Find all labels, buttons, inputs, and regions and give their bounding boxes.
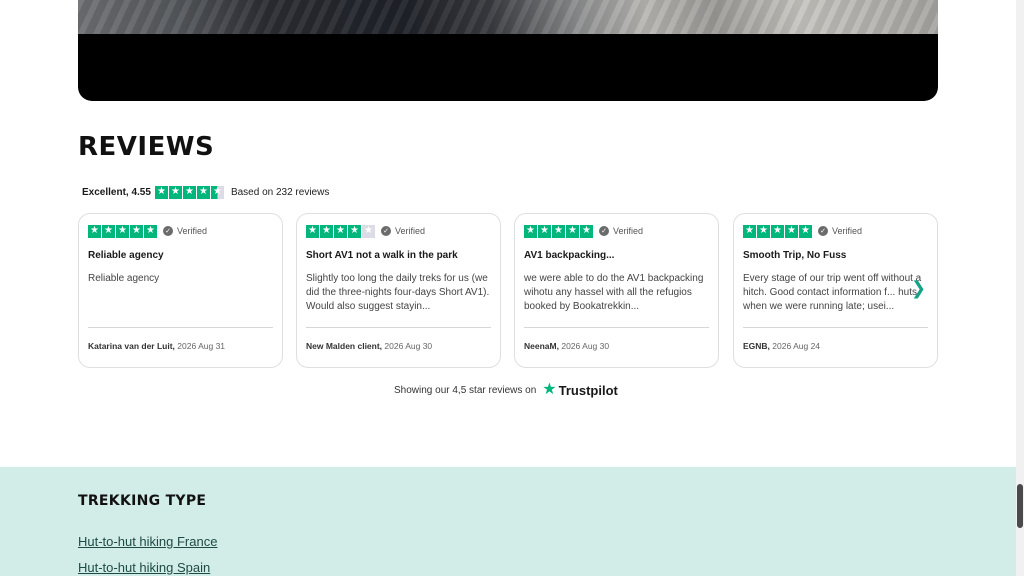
star-icon: ★ [785,224,798,238]
review-author: New Malden client, [306,341,383,351]
review-card[interactable]: ★ ★ ★ ★ ★ ✓ Verified Short AV1 not a wal… [296,213,501,368]
check-circle-icon: ✓ [599,226,609,236]
star-icon: ★ [154,185,168,199]
review-footer: NeenaM, 2026 Aug 30 [524,341,609,351]
review-title: Short AV1 not a walk in the park [306,250,458,261]
reviews-summary: Excellent, 4.55 ★ ★ ★ ★ ★ Based on 232 r… [82,184,329,200]
trekking-type-heading: TREKKING TYPE [78,493,207,509]
review-card[interactable]: ★ ★ ★ ★ ★ ✓ Verified Smooth Trip, No Fus… [733,213,938,368]
review-footer: New Malden client, 2026 Aug 30 [306,341,432,351]
review-body: Slightly too long the daily treks for us… [306,273,490,312]
verified-badge: ✓ Verified [381,226,425,236]
star-icon: ★ [88,224,101,238]
review-card-header: ★ ★ ★ ★ ★ ✓ Verified [88,224,273,238]
review-card[interactable]: ★ ★ ★ ★ ★ ✓ Verified Reliable agency Rel… [78,213,283,368]
star-icon: ★ [580,224,593,238]
star-icon: ★ [130,224,143,238]
page-scrollbar[interactable] [1016,0,1024,576]
star-icon: ★ [168,185,182,199]
check-circle-icon: ✓ [163,226,173,236]
star-icon: ★ [182,185,196,199]
star-icon: ★ [102,224,115,238]
star-icon: ★ [320,224,333,238]
review-body: Every stage of our trip went off without… [743,273,922,312]
verified-label: Verified [613,226,644,236]
hero-photo [78,0,938,34]
verified-badge: ✓ Verified [818,226,862,236]
link-hut-to-hut-spain[interactable]: Hut-to-hut hiking Spain [78,560,210,575]
verified-badge: ✓ Verified [163,226,207,236]
star-icon: ★ [306,224,319,238]
divider [306,327,491,328]
trustpilot-star-icon: ★ [542,381,557,398]
star-icon: ★ [334,224,347,238]
review-card-header: ★ ★ ★ ★ ★ ✓ Verified [743,224,928,238]
review-footer: EGNB, 2026 Aug 24 [743,341,820,351]
star-icon: ★ [144,224,157,238]
review-date: 2026 Aug 30 [561,341,610,351]
star-icon: ★ [348,224,361,238]
review-author: EGNB, [743,341,770,351]
star-icon: ★ [524,224,537,238]
trustpilot-showing-text: Showing our 4,5 star reviews on [394,384,537,396]
review-author: Katarina van der Luit, [88,341,175,351]
divider [88,327,273,328]
review-author: NeenaM, [524,341,559,351]
review-date: 2026 Aug 24 [772,341,821,351]
trekking-type-section: TREKKING TYPE Hut-to-hut hiking France H… [0,467,1016,576]
check-circle-icon: ✓ [818,226,828,236]
review-carousel: ★ ★ ★ ★ ★ ✓ Verified Reliable agency Rel… [78,213,938,368]
review-body: we were able to do the AV1 backpacking w… [524,273,704,312]
review-card[interactable]: ★ ★ ★ ★ ★ ✓ Verified AV1 backpacking... … [514,213,719,368]
review-date: 2026 Aug 31 [177,341,226,351]
link-hut-to-hut-france[interactable]: Hut-to-hut hiking France [78,534,217,549]
star-icon: ★ [538,224,551,238]
reviews-heading: REVIEWS [78,132,215,162]
page: REVIEWS Excellent, 4.55 ★ ★ ★ ★ ★ Based … [0,0,1024,576]
star-icon: ★ [196,185,210,199]
verified-label: Verified [395,226,426,236]
review-footer: Katarina van der Luit, 2026 Aug 31 [88,341,225,351]
empty-star-icon: ★ [362,224,375,238]
verified-badge: ✓ Verified [599,226,643,236]
verified-label: Verified [177,226,208,236]
divider [743,327,928,328]
star-icon: ★ [116,224,129,238]
hero-image-frame [78,0,938,101]
trustpilot-logo-text[interactable]: Trustpilot [559,383,618,398]
review-card-header: ★ ★ ★ ★ ★ ✓ Verified [524,224,709,238]
verified-label: Verified [832,226,863,236]
star-icon: ★ [566,224,579,238]
review-title: AV1 backpacking... [524,250,615,261]
half-star-icon: ★ [210,185,224,199]
review-date: 2026 Aug 30 [384,341,433,351]
star-icon: ★ [552,224,565,238]
chevron-right-icon[interactable]: ❯ [911,280,926,298]
summary-rating-label: Excellent, 4.55 [82,186,151,198]
review-title: Smooth Trip, No Fuss [743,250,847,261]
trustpilot-attribution: Showing our 4,5 star reviews on ★ Trustp… [394,381,618,399]
summary-stars: ★ ★ ★ ★ ★ [154,185,225,199]
check-circle-icon: ✓ [381,226,391,236]
review-card-header: ★ ★ ★ ★ ★ ✓ Verified [306,224,491,238]
star-icon: ★ [743,224,756,238]
star-icon: ★ [771,224,784,238]
scrollbar-thumb[interactable] [1017,484,1023,528]
review-body: Reliable agency [88,273,160,284]
divider [524,327,709,328]
star-icon: ★ [757,224,770,238]
summary-based-on: Based on 232 reviews [230,186,330,198]
star-icon: ★ [799,224,812,238]
review-title: Reliable agency [88,250,164,261]
